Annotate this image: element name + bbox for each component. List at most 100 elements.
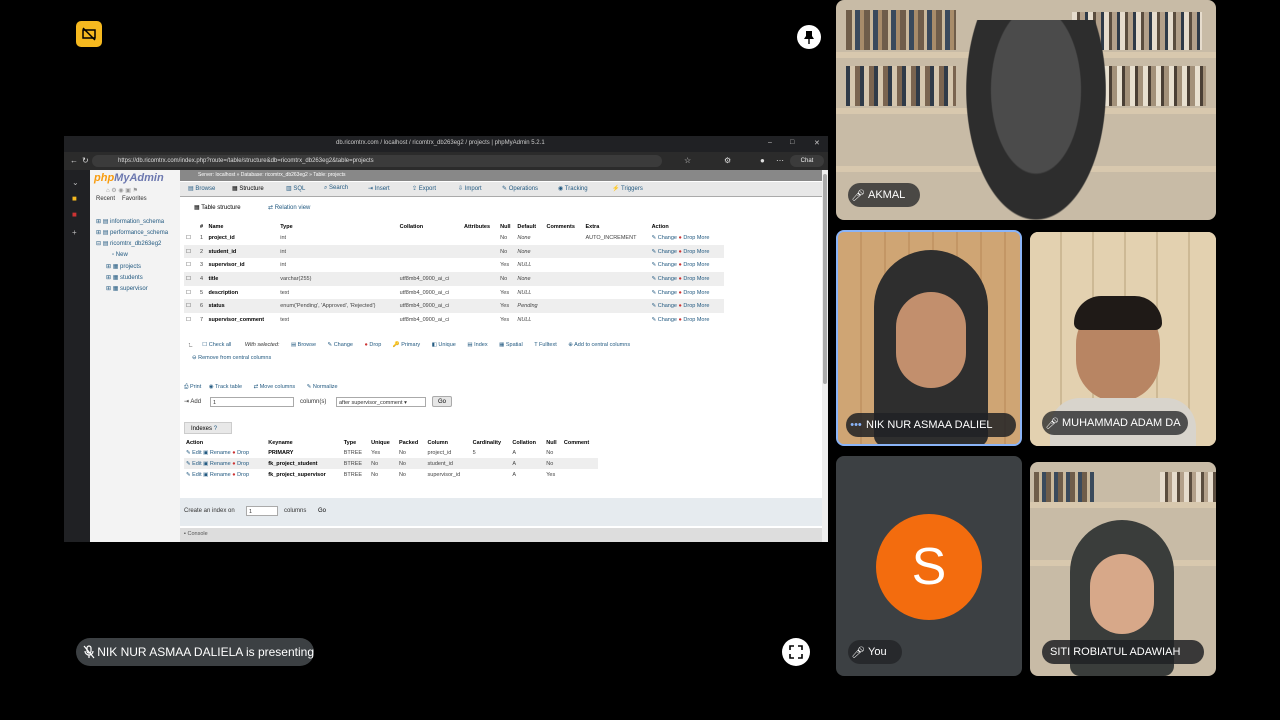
help-icon[interactable]: ? — [214, 426, 217, 432]
row-checkbox[interactable]: ☐ — [184, 272, 198, 286]
edit-button[interactable]: ✎ Edit — [186, 450, 202, 456]
tree-item-db[interactable]: ⊟ ▤ ricomtrx_db263eg2 — [96, 240, 161, 247]
bulk-drop[interactable]: ● Drop — [365, 342, 382, 348]
rename-button[interactable]: ▣ Rename — [203, 450, 231, 456]
normalize-link[interactable]: ✎ Normalize — [307, 384, 338, 390]
edit-button[interactable]: ✎ Edit — [186, 461, 202, 467]
reload-icon[interactable]: ↻ — [82, 156, 89, 165]
app-icon[interactable]: ■ — [72, 194, 77, 203]
drop-button[interactable]: ● Drop — [679, 290, 696, 296]
scrollbar[interactable] — [822, 170, 828, 542]
address-bar[interactable]: https://db.ricomtrx.com/index.php?route=… — [92, 155, 662, 167]
subtab-relation-view[interactable]: ⇄ Relation view — [268, 204, 310, 211]
more-button[interactable]: More — [697, 276, 710, 282]
row-checkbox[interactable]: ☐ — [184, 313, 198, 327]
pma-logo[interactable]: phpMyAdmin — [94, 172, 164, 184]
change-button[interactable]: ✎ Change — [652, 235, 677, 241]
drop-button[interactable]: ● Drop — [679, 262, 696, 268]
profile-icon[interactable]: ● — [760, 156, 765, 165]
check-all[interactable]: ☐ Check all — [202, 342, 231, 348]
row-checkbox[interactable]: ☐ — [184, 258, 198, 272]
drop-button[interactable]: ● Drop — [679, 317, 696, 323]
nav-favorites[interactable]: Favorites — [122, 196, 147, 202]
track-table-link[interactable]: ◉ Track table — [209, 384, 242, 390]
tab-browse[interactable]: ▤ Browse — [188, 185, 215, 192]
change-button[interactable]: ✎ Change — [652, 276, 677, 282]
row-checkbox[interactable]: ☐ — [184, 244, 198, 259]
tree-item-db[interactable]: ⊞ ▤ information_schema — [96, 218, 164, 225]
row-checkbox[interactable]: ☐ — [184, 286, 198, 300]
star-icon[interactable]: ☆ — [684, 156, 691, 165]
participant-tile-akmal[interactable]: 🎤︎ AKMAL — [836, 0, 1216, 220]
more-button[interactable]: More — [697, 317, 710, 323]
subtab-table-structure[interactable]: ▦ Table structure — [194, 204, 241, 211]
drop-button[interactable]: ● Drop — [232, 472, 249, 478]
back-icon[interactable]: ← — [70, 156, 78, 165]
more-button[interactable]: More — [697, 290, 710, 296]
position-select[interactable]: after supervisor_comment ▾ — [336, 397, 426, 407]
edit-button[interactable]: ✎ Edit — [186, 472, 202, 478]
rename-button[interactable]: ▣ Rename — [203, 472, 231, 478]
row-checkbox[interactable]: ☐ — [184, 231, 198, 245]
console-bar[interactable]: ▪ Console — [180, 528, 822, 542]
change-button[interactable]: ✎ Change — [652, 303, 677, 309]
bulk-change[interactable]: ✎ Change — [328, 342, 353, 348]
tree-item-table[interactable]: ⊞ ▦ projects — [106, 263, 141, 270]
tree-item-table[interactable]: ⊞ ▦ supervisor — [106, 285, 148, 292]
bulk-primary[interactable]: 🔑 Primary — [393, 342, 420, 348]
drop-button[interactable]: ● Drop — [232, 450, 249, 456]
tree-item-table[interactable]: ⊞ ▦ students — [106, 274, 143, 281]
tab-sql[interactable]: ▥ SQL — [286, 185, 305, 192]
row-checkbox[interactable]: ☐ — [184, 299, 198, 314]
chevron-down-icon[interactable]: ⌄ — [72, 178, 79, 187]
create-index-count[interactable]: 1 — [246, 506, 278, 516]
tab-triggers[interactable]: ⚡ Triggers — [612, 185, 643, 192]
print-link[interactable]: ⎙ Print — [184, 384, 201, 390]
nav-recent[interactable]: Recent — [96, 196, 115, 202]
more-button[interactable]: More — [697, 262, 710, 268]
participant-tile-adam[interactable]: 🎤︎ MUHAMMAD ADAM DA — [1030, 232, 1216, 446]
bulk-fulltext[interactable]: T Fulltext — [534, 342, 557, 348]
bulk-browse[interactable]: ▤ Browse — [291, 342, 316, 348]
rename-button[interactable]: ▣ Rename — [203, 461, 231, 467]
tab-tracking[interactable]: ◉ Tracking — [558, 185, 588, 192]
bulk-add-central[interactable]: ⊕ Add to central columns — [568, 342, 630, 348]
extensions-icon[interactable]: ⚙ — [724, 156, 731, 165]
more-button[interactable]: More — [697, 303, 710, 309]
move-columns-link[interactable]: ⇄ Move columns — [254, 384, 296, 390]
tab-import[interactable]: ⇩ Import — [458, 185, 482, 192]
change-button[interactable]: ✎ Change — [652, 290, 677, 296]
more-button[interactable]: More — [697, 235, 710, 241]
add-count-input[interactable]: 1 — [210, 397, 294, 407]
drop-button[interactable]: ● Drop — [679, 249, 696, 255]
app-icon[interactable]: ■ — [72, 210, 77, 219]
create-index-go[interactable]: Go — [314, 506, 330, 517]
change-button[interactable]: ✎ Change — [652, 249, 677, 255]
participant-tile-you[interactable]: S 🎤︎ You — [836, 456, 1022, 676]
scrollbar-thumb[interactable] — [823, 174, 827, 384]
chat-button[interactable]: Chat — [790, 155, 824, 167]
participant-tile-nik[interactable]: ••• NIK NUR ASMAA DALIEL — [836, 230, 1022, 446]
bulk-unique[interactable]: ◧ Unique — [432, 342, 456, 348]
tab-structure[interactable]: ▦ Structure — [232, 185, 264, 192]
change-button[interactable]: ✎ Change — [652, 317, 677, 323]
drop-button[interactable]: ● Drop — [679, 235, 696, 241]
tree-item-db[interactable]: ⊞ ▤ performance_schema — [96, 229, 168, 236]
drop-button[interactable]: ● Drop — [232, 461, 249, 467]
indexes-toggle[interactable]: Indexes ? — [184, 422, 232, 434]
tab-insert[interactable]: ⇥ Insert — [368, 185, 390, 192]
change-button[interactable]: ✎ Change — [652, 262, 677, 268]
tree-item-new[interactable]: ▫ New — [112, 252, 128, 258]
drop-button[interactable]: ● Drop — [679, 276, 696, 282]
plus-icon[interactable]: + — [72, 228, 77, 237]
maximize-icon[interactable]: □ — [790, 139, 794, 146]
bulk-index[interactable]: ▤ Index — [467, 342, 487, 348]
close-icon[interactable]: ✕ — [814, 139, 820, 147]
tab-search[interactable]: ⌕ Search — [324, 185, 348, 192]
fullscreen-icon[interactable] — [782, 638, 810, 666]
drop-button[interactable]: ● Drop — [679, 303, 696, 309]
bulk-spatial[interactable]: ▦ Spatial — [499, 342, 523, 348]
tab-operations[interactable]: ✎ Operations — [502, 185, 538, 192]
minimize-icon[interactable]: – — [768, 139, 772, 146]
pin-icon[interactable] — [797, 25, 821, 49]
